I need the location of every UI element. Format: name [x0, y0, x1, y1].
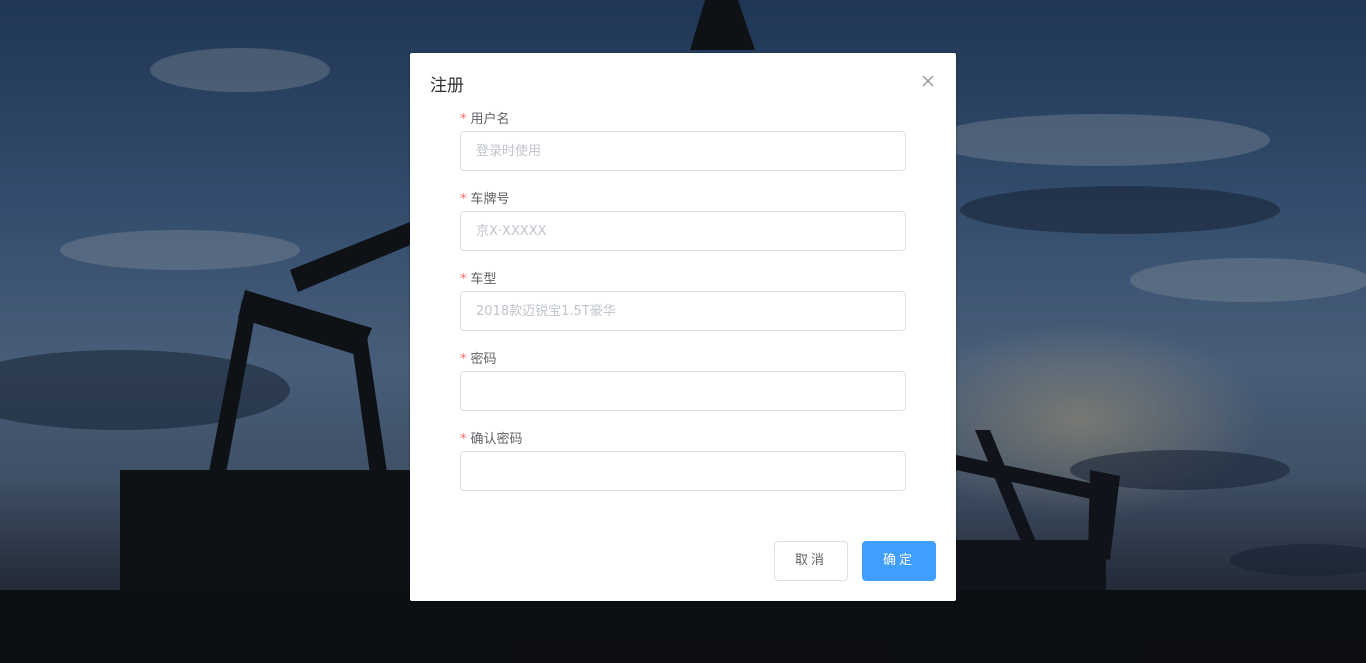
plate-label-text: 车牌号 [470, 192, 510, 207]
username-label-text: 用户名 [470, 112, 510, 127]
password-input[interactable] [460, 371, 906, 411]
close-icon [922, 75, 934, 87]
model-label: * 车型 [460, 271, 906, 289]
required-mark: * [460, 432, 467, 447]
confirm-password-input[interactable] [460, 451, 906, 491]
confirm-password-label: * 确认密码 [460, 431, 906, 449]
required-mark: * [460, 272, 467, 287]
cancel-button[interactable]: 取消 [774, 541, 848, 581]
confirm-password-label-text: 确认密码 [470, 432, 523, 447]
username-input[interactable] [460, 131, 906, 171]
dialog-title: 注册 [430, 76, 464, 96]
close-button[interactable] [918, 71, 938, 91]
form-item-plate: * 车牌号 [460, 191, 906, 251]
form-item-username: * 用户名 [460, 111, 906, 171]
plate-label: * 车牌号 [460, 191, 906, 209]
required-mark: * [460, 192, 467, 207]
form-item-confirm-password: * 确认密码 [460, 431, 906, 491]
plate-input[interactable] [460, 211, 906, 251]
required-mark: * [460, 112, 467, 127]
password-label-text: 密码 [470, 352, 497, 367]
required-mark: * [460, 352, 467, 367]
confirm-button[interactable]: 确定 [862, 541, 936, 581]
model-input[interactable] [460, 291, 906, 331]
register-dialog: 注册 *用户名 *车牌号 *车型 *密码 *确认密码 取消 确定 [410, 53, 956, 601]
password-label: * 密码 [460, 351, 906, 369]
form-item-password: * 密码 [460, 351, 906, 411]
form-item-model: * 车型 [460, 271, 906, 331]
username-label: * 用户名 [460, 111, 906, 129]
model-label-text: 车型 [470, 272, 497, 287]
